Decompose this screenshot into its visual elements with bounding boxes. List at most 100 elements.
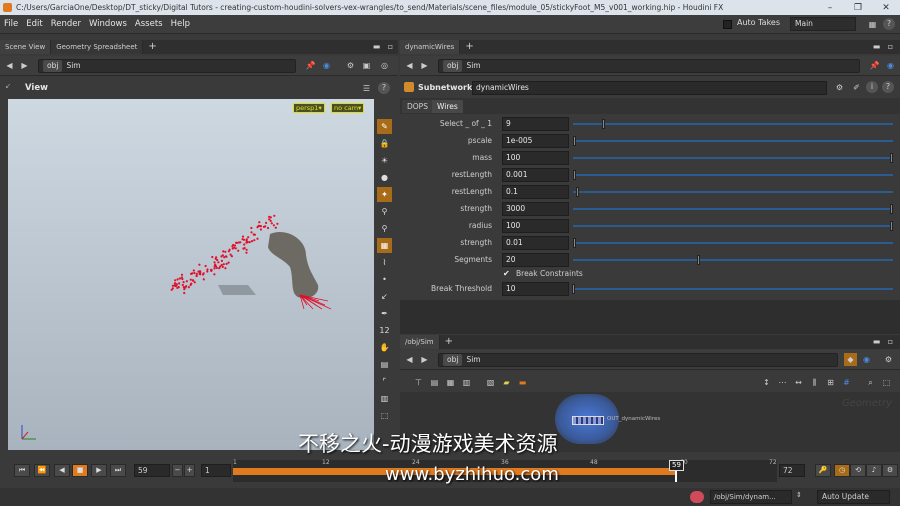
gear-icon[interactable]: ⚙ [833, 81, 846, 94]
note-icon[interactable]: ▰ [500, 376, 513, 389]
pane-maximize-icon[interactable]: ▫ [384, 40, 397, 53]
add-tab-icon-right[interactable]: + [460, 40, 478, 54]
scene-viewport[interactable]: persp1▾ no cam▾ [8, 99, 374, 450]
frame-all-icon[interactable]: ⬚ [880, 376, 893, 389]
camera-icon[interactable]: ◎ [378, 59, 391, 72]
param-slider[interactable] [573, 153, 893, 163]
network-path-obj[interactable]: obj [443, 354, 463, 366]
status-path-dropdown-icon[interactable]: ⇕ [796, 491, 802, 499]
lock-icon[interactable]: 🔒 [377, 136, 392, 151]
close-button[interactable]: ✕ [872, 1, 900, 15]
extra-tool-icon[interactable]: ⬚ [377, 408, 392, 423]
select-tool-icon[interactable]: ✎ [377, 119, 392, 134]
slider-knob[interactable] [890, 153, 893, 163]
node-help-icon[interactable]: ? [882, 81, 894, 93]
param-slider[interactable] [573, 136, 893, 146]
slider-knob[interactable] [890, 221, 893, 231]
network-pin-icon[interactable]: ◆ [844, 353, 857, 366]
end-frame-field[interactable]: 72 [779, 464, 805, 477]
slider-knob[interactable] [697, 255, 700, 265]
menu-render[interactable]: Render [47, 15, 85, 34]
param-field[interactable]: 0.01 [502, 236, 569, 250]
ruler-icon[interactable]: ▥ [377, 391, 392, 406]
menu-windows[interactable]: Windows [85, 15, 131, 34]
tab-geometry-spreadsheet[interactable]: Geometry Spreadsheet [51, 40, 144, 54]
forward-arrow-icon-right[interactable]: ▶ [418, 59, 431, 72]
menu-edit[interactable]: Edit [22, 15, 46, 34]
param-field[interactable]: 9 [502, 117, 569, 131]
pane-maximize-icon-right[interactable]: ▫ [884, 40, 897, 53]
param-field[interactable]: 0.001 [502, 168, 569, 182]
go-end-icon[interactable]: ⏭ [110, 464, 126, 477]
audio-icon[interactable]: ♪ [866, 464, 882, 477]
add-tab-icon-network[interactable]: + [440, 335, 458, 349]
brain-icon[interactable] [690, 491, 704, 503]
param-field[interactable]: 100 [502, 219, 569, 233]
out-node[interactable] [572, 416, 604, 425]
collapse-icon[interactable]: ↙ [5, 82, 11, 90]
zoom-icon[interactable]: ⌕ [864, 376, 877, 389]
param-slider[interactable] [573, 204, 893, 214]
path-node[interactable]: Sim [66, 61, 80, 70]
stamp-icon[interactable]: ▤ [377, 357, 392, 372]
dot-icon[interactable]: • [377, 272, 392, 287]
network-path-field[interactable]: obj Sim [438, 353, 838, 367]
point-icon[interactable]: ⚲ [377, 204, 392, 219]
auto-update-select[interactable]: Auto Update [817, 490, 890, 504]
current-frame-field[interactable]: 59 [134, 464, 170, 477]
slider-knob[interactable] [573, 238, 576, 248]
right-path-field[interactable]: obj Sim [438, 59, 860, 73]
add-tab-icon[interactable]: + [143, 40, 161, 54]
param-field[interactable]: 3000 [502, 202, 569, 216]
network-grid-icon[interactable]: # [840, 376, 853, 389]
bars-icon[interactable]: ⫼ [808, 376, 821, 389]
snap-tool-icon[interactable]: ⚲ [377, 221, 392, 236]
slider-knob[interactable] [576, 187, 579, 197]
auto-takes-checkbox[interactable] [723, 20, 732, 29]
brush-icon[interactable]: ⌇ [377, 255, 392, 270]
snap-icon[interactable]: ⚙ [344, 59, 357, 72]
tab-dynamicwires[interactable]: dynamicWires [400, 40, 461, 54]
timeline-options-icon[interactable]: ⚙ [882, 464, 898, 477]
menu-help[interactable]: Help [167, 15, 194, 34]
menu-assets[interactable]: Assets [131, 15, 167, 34]
network-path-node[interactable]: Sim [466, 355, 480, 364]
dash-icon[interactable]: ⋯ [776, 376, 789, 389]
tab-wires[interactable]: Wires [432, 100, 463, 113]
grid-tool-icon[interactable]: ▦ [377, 238, 392, 253]
tab-scene-view[interactable]: Scene View [0, 40, 52, 54]
start-frame-field[interactable]: 1 [201, 464, 231, 477]
grid-view-icon[interactable]: ▦ [444, 376, 457, 389]
link-icon-right[interactable]: ◉ [884, 59, 897, 72]
folder-icon[interactable]: ▬ [516, 376, 529, 389]
display-options-icon[interactable]: ☰ [360, 82, 373, 95]
tab-dops[interactable]: DOPS [402, 100, 433, 113]
back-arrow-icon-right[interactable]: ◀ [403, 59, 416, 72]
arrange-icon[interactable]: ⊞ [824, 376, 837, 389]
pane-menu-icon-right[interactable]: ▬ [870, 40, 883, 53]
param-field[interactable]: 0.1 [502, 185, 569, 199]
slider-knob[interactable] [573, 170, 576, 180]
path-obj[interactable]: obj [43, 60, 63, 72]
number-icon[interactable]: 12 [377, 323, 392, 338]
frame-icon[interactable]: ⌜ [377, 374, 392, 389]
info-icon[interactable]: i [866, 81, 878, 93]
pane-menu-icon[interactable]: ▬ [370, 40, 383, 53]
edit-icon[interactable]: ✐ [850, 81, 863, 94]
spread-icon[interactable]: ↔ [792, 376, 805, 389]
param-slider[interactable] [573, 255, 893, 265]
slider-knob[interactable] [573, 136, 576, 146]
desktop-select[interactable]: Main [790, 17, 856, 31]
slider-knob[interactable] [572, 284, 575, 294]
node-name-field[interactable]: dynamicWires [472, 81, 827, 95]
network-gear-icon[interactable]: ⚙ [882, 353, 895, 366]
param-slider[interactable] [573, 170, 893, 180]
status-path[interactable]: /obj/Sim/dynam... [710, 490, 792, 504]
step-back-icon[interactable]: ⏪ [34, 464, 50, 477]
desktop-options-icon[interactable]: ▦ [866, 18, 879, 31]
palette-icon[interactable]: ▧ [484, 376, 497, 389]
play-icon[interactable]: ▶ [91, 464, 107, 477]
slider-knob[interactable] [602, 119, 605, 129]
path-obj-right[interactable]: obj [443, 60, 463, 72]
network-back-icon[interactable]: ◀ [403, 353, 416, 366]
